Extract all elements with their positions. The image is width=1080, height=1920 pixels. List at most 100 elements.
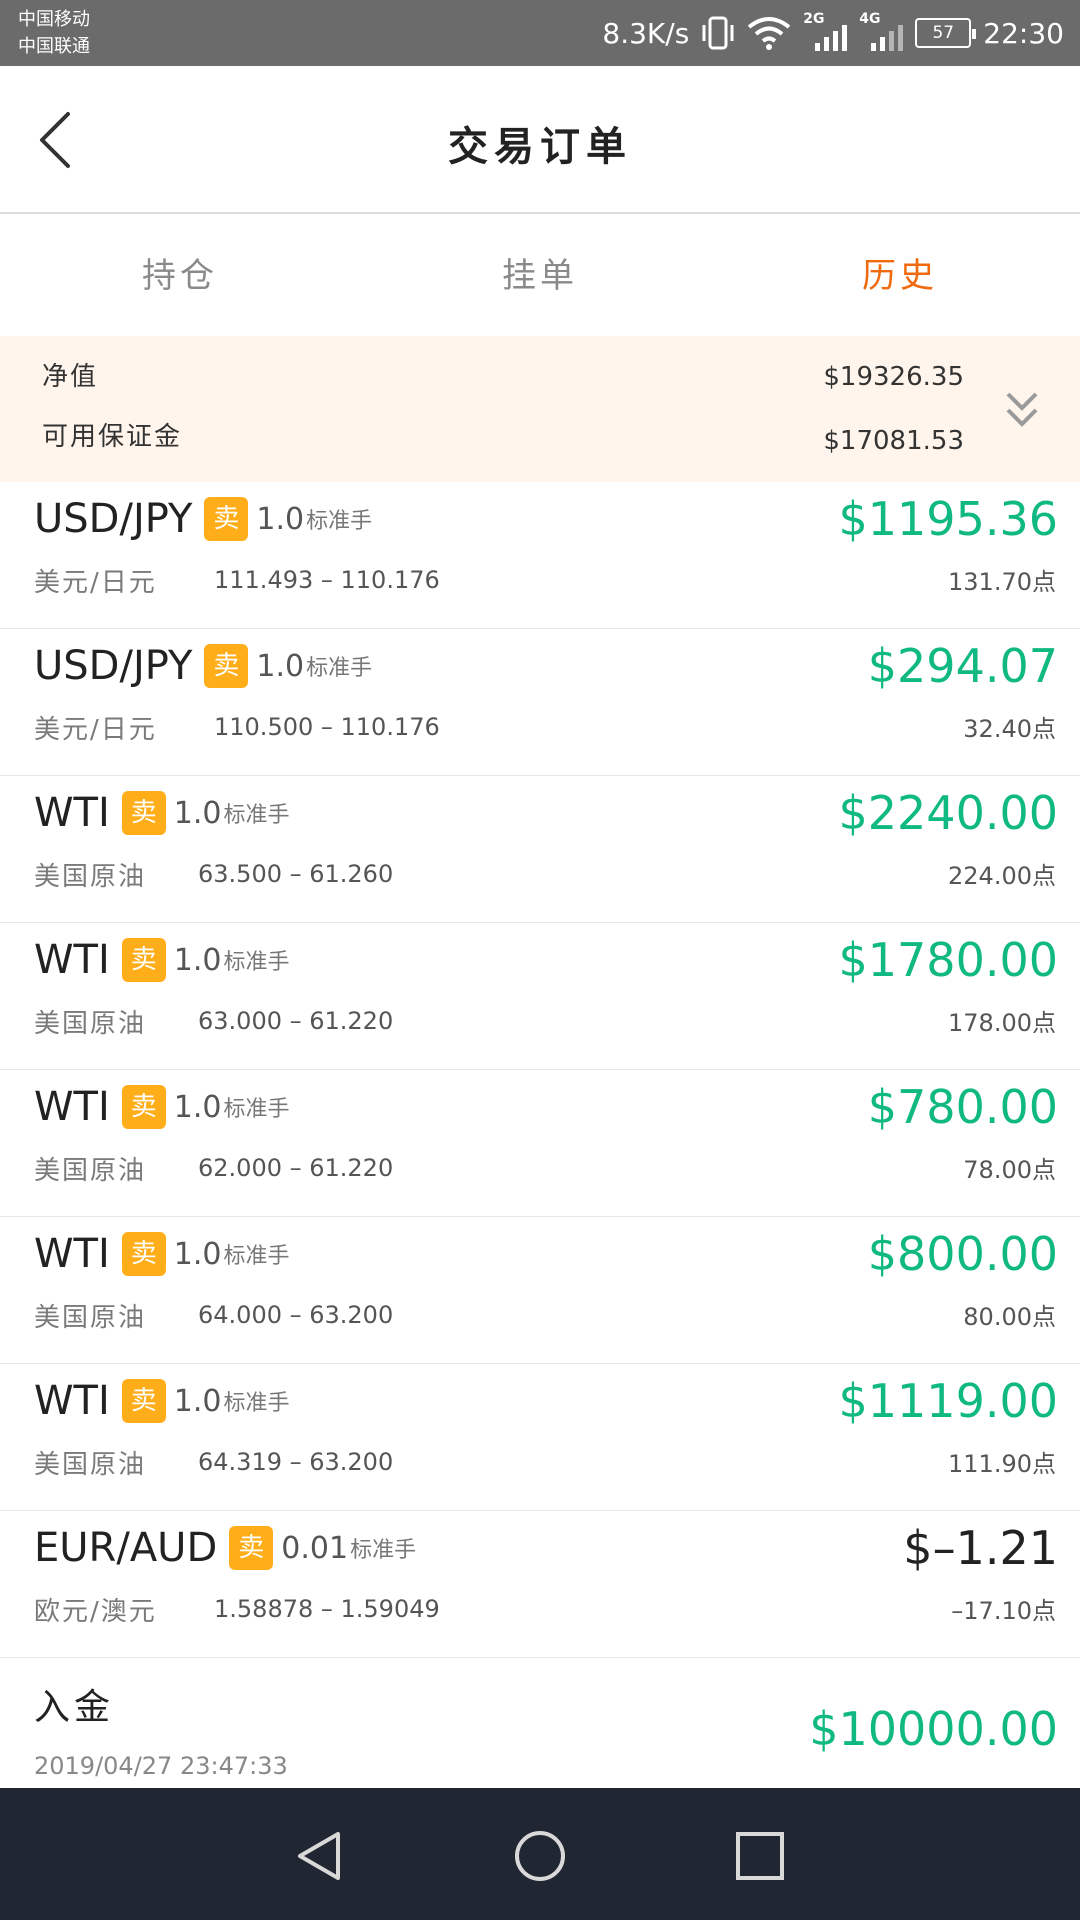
lots-unit: 标准手 bbox=[223, 1244, 290, 1269]
sell-badge: 卖 bbox=[204, 497, 249, 541]
square-recent-icon[interactable] bbox=[732, 1828, 788, 1884]
status-icons: 8.3K/s 2G 4G 57 22:30 bbox=[602, 0, 1064, 66]
deposit-time: 2019/04/27 23:47:33 bbox=[34, 1752, 288, 1780]
sell-badge: 卖 bbox=[121, 1232, 166, 1276]
order-row[interactable]: WTI 卖 1.0 标准手 美国原油 62.000 – 61.220 $780.00 … bbox=[0, 1070, 1080, 1217]
order-row[interactable]: WTI 卖 1.0 标准手 美国原油 63.500 – 61.260 $2240.00… bbox=[0, 776, 1080, 923]
sell-badge: 卖 bbox=[204, 644, 249, 688]
lots-unit: 标准手 bbox=[306, 509, 373, 534]
circle-home-icon[interactable] bbox=[512, 1828, 568, 1884]
symbol: USD/JPY bbox=[34, 643, 193, 689]
carrier-2: 中国联通 bbox=[18, 36, 90, 57]
lots-unit: 标准手 bbox=[223, 1097, 290, 1122]
price-range: 110.500 – 110.176 bbox=[214, 713, 440, 741]
profit-amount: $800.00 bbox=[867, 1227, 1058, 1281]
profit-points: 224.00点 bbox=[948, 862, 1056, 890]
order-row[interactable]: WTI 卖 1.0 标准手 美国原油 63.000 – 61.220 $1780.00… bbox=[0, 923, 1080, 1070]
carrier-1: 中国移动 bbox=[18, 9, 90, 30]
signal-2g-icon: 2G bbox=[803, 11, 848, 53]
net-value: $19326.35 bbox=[823, 362, 964, 392]
lots-unit: 标准手 bbox=[223, 803, 290, 828]
deposit-row[interactable]: 入金 2019/04/27 23:47:33 $10000.00 bbox=[0, 1658, 1080, 1804]
profit-amount: $2240.00 bbox=[838, 786, 1059, 840]
lots-unit: 标准手 bbox=[306, 656, 373, 681]
instrument-name: 美国原油 bbox=[34, 862, 147, 892]
symbol: WTI bbox=[34, 937, 110, 983]
order-row[interactable]: EUR/AUD 卖 0.01 标准手 欧元/澳元 1.58878 – 1.59049 … bbox=[0, 1511, 1080, 1658]
app-header: 交易订单 bbox=[0, 66, 1080, 214]
symbol: EUR/AUD bbox=[34, 1525, 218, 1571]
price-range: 62.000 – 61.220 bbox=[198, 1154, 394, 1182]
instrument-name: 美国原油 bbox=[34, 1450, 147, 1480]
lots-unit: 标准手 bbox=[223, 1391, 290, 1416]
system-nav-bar bbox=[0, 1788, 1080, 1920]
symbol: WTI bbox=[34, 1231, 110, 1277]
lots: 1.0 bbox=[256, 648, 305, 684]
lots: 1.0 bbox=[256, 501, 305, 537]
lots-unit: 标准手 bbox=[350, 1538, 417, 1563]
lots: 1.0 bbox=[173, 1236, 222, 1272]
account-summary: 净值 $19326.35 可用保证金 $17081.53 bbox=[0, 336, 1080, 482]
profit-points: 111.90点 bbox=[948, 1450, 1056, 1478]
instrument-name: 美元/日元 bbox=[34, 568, 157, 598]
instrument-name: 美国原油 bbox=[34, 1156, 147, 1186]
order-row[interactable]: WTI 卖 1.0 标准手 美国原油 64.000 – 63.200 $800.00 … bbox=[0, 1217, 1080, 1364]
battery-icon: 57 bbox=[915, 18, 977, 48]
profit-amount: $–1.21 bbox=[903, 1521, 1058, 1575]
profit-amount: $780.00 bbox=[867, 1080, 1058, 1134]
order-history-list: USD/JPY 卖 1.0 标准手 美元/日元 111.493 – 110.176 $… bbox=[0, 482, 1080, 1804]
profit-points: 80.00点 bbox=[963, 1303, 1056, 1331]
lots: 1.0 bbox=[173, 1383, 222, 1419]
profit-points: 131.70点 bbox=[948, 568, 1056, 596]
instrument-name: 美国原油 bbox=[34, 1009, 147, 1039]
sell-badge: 卖 bbox=[121, 938, 166, 982]
profit-amount: $1780.00 bbox=[838, 933, 1059, 987]
tab-pending[interactable]: 挂单 bbox=[360, 216, 720, 336]
instrument-name: 美国原油 bbox=[34, 1303, 147, 1333]
instrument-name: 欧元/澳元 bbox=[34, 1597, 157, 1627]
available-margin-label: 可用保证金 bbox=[42, 422, 183, 452]
sell-badge: 卖 bbox=[229, 1526, 274, 1570]
symbol: WTI bbox=[34, 1084, 110, 1130]
triangle-back-icon[interactable] bbox=[292, 1828, 348, 1884]
available-margin-value: $17081.53 bbox=[823, 426, 964, 456]
lots: 1.0 bbox=[173, 795, 222, 831]
profit-amount: $1119.00 bbox=[838, 1374, 1059, 1428]
order-row[interactable]: WTI 卖 1.0 标准手 美国原油 64.319 – 63.200 $1119.00… bbox=[0, 1364, 1080, 1511]
tab-history[interactable]: 历史 bbox=[720, 216, 1080, 336]
profit-points: 178.00点 bbox=[948, 1009, 1056, 1037]
tab-positions[interactable]: 持仓 bbox=[0, 216, 360, 336]
lots: 1.0 bbox=[173, 942, 222, 978]
profit-amount: $294.07 bbox=[867, 639, 1058, 693]
price-range: 64.000 – 63.200 bbox=[198, 1301, 394, 1329]
order-row[interactable]: USD/JPY 卖 1.0 标准手 美元/日元 110.500 – 110.176 $… bbox=[0, 629, 1080, 776]
lots: 1.0 bbox=[173, 1089, 222, 1125]
sell-badge: 卖 bbox=[121, 1379, 166, 1423]
deposit-amount: $10000.00 bbox=[809, 1702, 1058, 1756]
profit-points: –17.10点 bbox=[951, 1597, 1056, 1625]
price-range: 63.500 – 61.260 bbox=[198, 860, 394, 888]
price-range: 63.000 – 61.220 bbox=[198, 1007, 394, 1035]
net-value-label: 净值 bbox=[42, 362, 99, 392]
tab-bar: 持仓 挂单 历史 bbox=[0, 216, 1080, 336]
status-bar: 中国移动 中国联通 8.3K/s 2G 4G 57 22:30 bbox=[0, 0, 1080, 66]
price-range: 111.493 – 110.176 bbox=[214, 566, 440, 594]
lots-unit: 标准手 bbox=[223, 950, 290, 975]
lots: 0.01 bbox=[281, 1530, 349, 1566]
double-chevron-down-icon[interactable] bbox=[1002, 388, 1042, 432]
sell-badge: 卖 bbox=[121, 1085, 166, 1129]
battery-level: 57 bbox=[932, 23, 955, 43]
symbol: WTI bbox=[34, 790, 110, 836]
profit-amount: $1195.36 bbox=[838, 492, 1059, 546]
carrier-info: 中国移动 中国联通 bbox=[18, 6, 90, 60]
network-speed: 8.3K/s bbox=[602, 16, 690, 50]
order-row[interactable]: USD/JPY 卖 1.0 标准手 美元/日元 111.493 – 110.176 $… bbox=[0, 482, 1080, 629]
sell-badge: 卖 bbox=[121, 791, 166, 835]
profit-points: 78.00点 bbox=[963, 1156, 1056, 1184]
wifi-icon bbox=[748, 17, 791, 50]
signal-4g-icon: 4G bbox=[859, 11, 904, 53]
instrument-name: 美元/日元 bbox=[34, 715, 157, 745]
symbol: USD/JPY bbox=[34, 496, 193, 542]
profit-points: 32.40点 bbox=[963, 715, 1056, 743]
deposit-label: 入金 bbox=[34, 1687, 115, 1728]
